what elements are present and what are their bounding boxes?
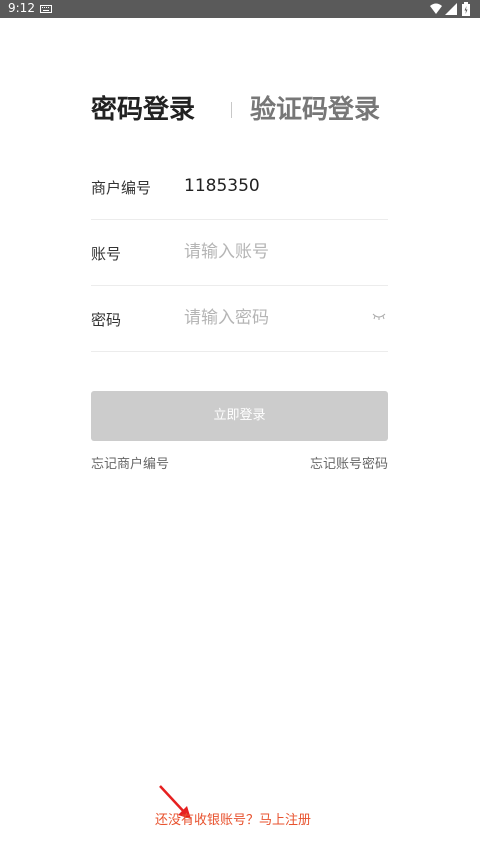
status-time: 9:12: [8, 1, 35, 15]
login-button[interactable]: 立即登录: [91, 391, 388, 441]
account-input[interactable]: [184, 237, 364, 267]
tab-divider: [231, 102, 232, 118]
account-label: 账号: [91, 245, 122, 263]
password-label: 密码: [91, 311, 122, 329]
merchant-number-row: 商户编号 1185350: [91, 153, 388, 220]
account-row: 账号: [91, 219, 388, 286]
keyboard-icon: [40, 5, 52, 13]
register-link[interactable]: 还没有收银账号？马上注册: [155, 809, 311, 828]
forgot-password-link[interactable]: 忘记账号密码: [310, 453, 388, 472]
tab-code-login[interactable]: 验证码登录: [250, 94, 380, 126]
wifi-icon: [430, 3, 442, 14]
battery-icon: [462, 2, 470, 16]
password-row: 密码: [91, 285, 388, 352]
status-bar: 9:12: [0, 0, 480, 18]
signal-icon: [445, 3, 457, 15]
forgot-merchant-link[interactable]: 忘记商户编号: [91, 453, 169, 472]
merchant-number-value[interactable]: 1185350: [184, 176, 260, 196]
eye-closed-icon[interactable]: [372, 312, 386, 322]
merchant-number-label: 商户编号: [91, 179, 152, 197]
password-input[interactable]: [184, 303, 364, 333]
tab-password-login[interactable]: 密码登录: [91, 94, 195, 126]
